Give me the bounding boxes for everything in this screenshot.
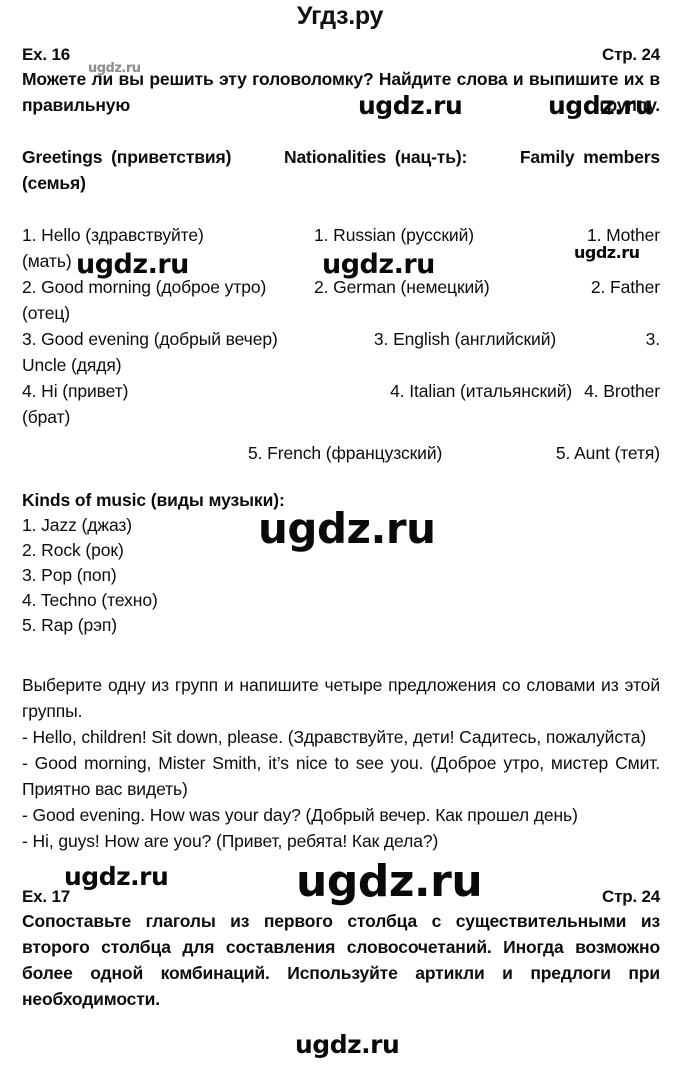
- music-item: 3. Pop (поп): [22, 565, 117, 585]
- watermark: ugdz.ru: [258, 504, 436, 553]
- watermark: ugdz.ru: [322, 249, 435, 280]
- group-header-nationalities: Nationalities (нац-ть):: [283, 147, 468, 167]
- word-cell-family-4: 4. Brother: [584, 381, 660, 401]
- word-row-wrap: Uncle (дядя): [22, 352, 660, 378]
- word-cell-greeting-3: 3. Good evening (добрый вечер): [22, 329, 278, 349]
- answer-line-2: - Good morning, Mister Smith, it’s nice …: [22, 753, 660, 799]
- word-cell-family-2-wrap: (отец): [22, 303, 70, 323]
- word-cell-nationality-5: 5. French (французский): [248, 443, 443, 463]
- answer-line-3: - Good evening. How was your day? (Добры…: [22, 805, 578, 825]
- watermark: ugdz.ru: [295, 1030, 400, 1059]
- group-headers: Greetings (приветствия) Nationalities (н…: [22, 144, 660, 222]
- answer-line-4: - Hi, guys! How are you? (Привет, ребята…: [22, 831, 439, 851]
- watermark: ugdz.ru: [574, 243, 640, 262]
- word-row: 1. Hello (здравствуйте) 1. Russian (русс…: [22, 222, 660, 248]
- word-row: 3. Good evening (добрый вечер) 3. Englis…: [22, 326, 660, 352]
- word-row-wrap: (брат): [22, 404, 660, 430]
- word-cell-family-3: 3.: [645, 329, 661, 349]
- exercise-17-page: Стр. 24: [602, 887, 660, 906]
- word-row: 5. French (французский) 5. Aunt (тетя): [22, 440, 660, 466]
- page-root: Угдз.ру Ex. 16 Стр. 24 Можете ли вы реши…: [0, 0, 680, 1065]
- word-cell-nationality-1: 1. Russian (русский): [314, 225, 474, 245]
- word-cell-nationality-3: 3. English (английский): [373, 329, 557, 349]
- word-cell-family-1-wrap: (мать): [22, 251, 72, 271]
- word-cell-family-4-wrap: (брат): [22, 407, 71, 427]
- site-logo: Угдз.ру: [296, 2, 384, 30]
- watermark: ugdz.ru: [358, 91, 463, 120]
- watermark: ugdz.ru: [548, 91, 653, 120]
- exercise-17-number: Ex. 17: [22, 887, 70, 906]
- answer-line-1: - Hello, children! Sit down, please. (Зд…: [22, 727, 647, 747]
- watermark: ugdz.ru: [76, 249, 189, 280]
- watermark: ugdz.ru: [64, 862, 169, 891]
- word-cell-family-3-wrap: Uncle (дядя): [22, 355, 122, 375]
- answer-intro: Выберите одну из групп и напишите четыре…: [22, 675, 660, 721]
- exercise-16-page: Стр. 24: [602, 45, 660, 64]
- word-row: 4. Hi (привет) 4. Italian (итальянский) …: [22, 378, 660, 404]
- word-cell-family-5: 5. Aunt (тетя): [555, 443, 660, 463]
- exercise-16-number: Ex. 16: [22, 45, 70, 64]
- watermark: ugdz.ru: [88, 61, 141, 76]
- word-cell-family-2: 2. Father: [590, 277, 660, 297]
- music-item: 4. Techno (техно): [22, 590, 158, 610]
- watermark: ugdz.ru: [296, 856, 483, 907]
- word-cell-greeting-1: 1. Hello (здравствуйте): [22, 225, 204, 245]
- word-row-wrap: (отец): [22, 300, 660, 326]
- exercise-17-task: Сопоставьте глаголы из первого столбца с…: [22, 911, 660, 1009]
- word-cell-nationality-4: 4. Italian (итальянский): [390, 381, 573, 401]
- group-header-greetings: Greetings (приветствия): [22, 147, 232, 167]
- music-item: 5. Rap (рэп): [22, 615, 118, 635]
- word-cell-greeting-5: [22, 440, 248, 466]
- word-cell-greeting-4: 4. Hi (привет): [22, 381, 129, 401]
